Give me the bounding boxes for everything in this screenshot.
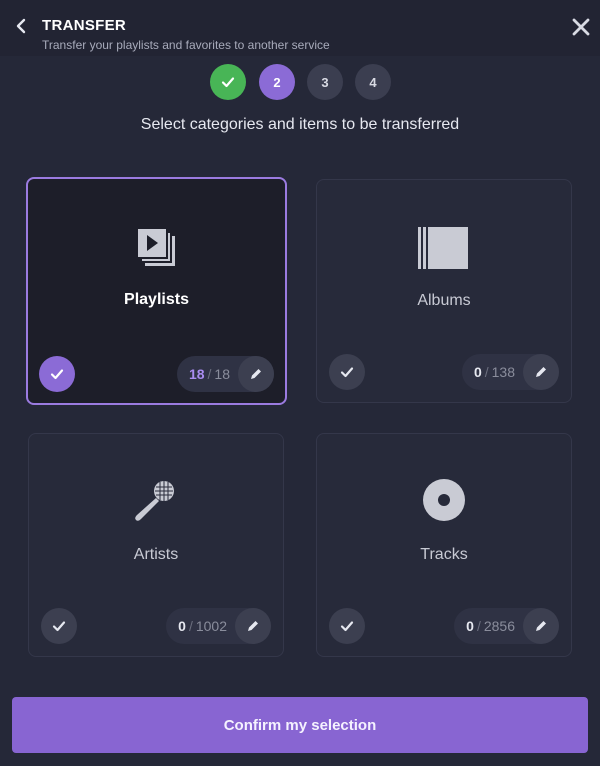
step-2: 2 — [259, 64, 295, 100]
pencil-icon — [251, 369, 261, 379]
close-icon — [572, 18, 590, 36]
total-count: 18 — [214, 366, 230, 382]
pencil-icon — [248, 621, 258, 631]
check-icon — [52, 621, 66, 632]
disc-icon — [414, 478, 474, 528]
select-toggle[interactable] — [329, 354, 365, 390]
pencil-icon — [536, 621, 546, 631]
edit-button[interactable] — [235, 608, 271, 644]
header: TRANSFER Transfer your playlists and fav… — [0, 0, 600, 56]
item-count: 0/2856 — [454, 608, 559, 644]
edit-button[interactable] — [523, 354, 559, 390]
selected-count: 0 — [473, 364, 482, 380]
check-icon — [50, 369, 64, 380]
selected-count: 0 — [178, 618, 186, 634]
stepper: 2 3 4 — [0, 64, 600, 100]
microphone-icon — [126, 478, 186, 528]
selected-count: 0 — [466, 618, 474, 634]
category-label: Tracks — [420, 546, 468, 563]
category-label: Artists — [133, 546, 179, 563]
pencil-icon — [536, 367, 546, 377]
chevron-left-icon — [16, 18, 26, 34]
select-toggle[interactable] — [39, 356, 75, 392]
category-label: Playlists — [124, 291, 189, 308]
check-icon — [340, 621, 354, 632]
category-card-playlists[interactable]: Playlists 18/18 — [26, 177, 287, 405]
page-title: TRANSFER — [42, 17, 127, 34]
confirm-button[interactable]: Confirm my selection — [12, 697, 588, 753]
category-card-artists[interactable]: Artists 0/1002 — [28, 433, 284, 657]
select-toggle[interactable] — [41, 608, 77, 644]
album-icon — [414, 224, 474, 274]
check-icon — [221, 77, 235, 88]
total-count: 2856 — [483, 618, 515, 634]
close-button[interactable] — [571, 17, 591, 37]
item-count: 18/18 — [176, 356, 274, 392]
edit-button[interactable] — [523, 608, 559, 644]
back-button[interactable] — [12, 14, 32, 38]
total-count: 138 — [491, 364, 515, 380]
step-3: 3 — [307, 64, 343, 100]
edit-button[interactable] — [238, 356, 274, 392]
total-count: 1002 — [195, 618, 227, 634]
section-heading: Select categories and items to be transf… — [140, 116, 460, 133]
selected-count: 18 — [188, 366, 205, 382]
item-count: 0/1002 — [166, 608, 271, 644]
check-icon — [340, 367, 354, 378]
category-label: Albums — [417, 292, 471, 309]
category-card-albums[interactable]: Albums 0/138 — [316, 179, 572, 403]
step-4: 4 — [355, 64, 391, 100]
category-card-tracks[interactable]: Tracks 0/2856 — [316, 433, 572, 657]
select-toggle[interactable] — [329, 608, 365, 644]
playlists-icon — [127, 225, 187, 275]
page-subtitle: Transfer your playlists and favorites to… — [42, 38, 330, 52]
item-count: 0/138 — [461, 354, 559, 390]
step-1 — [210, 64, 246, 100]
